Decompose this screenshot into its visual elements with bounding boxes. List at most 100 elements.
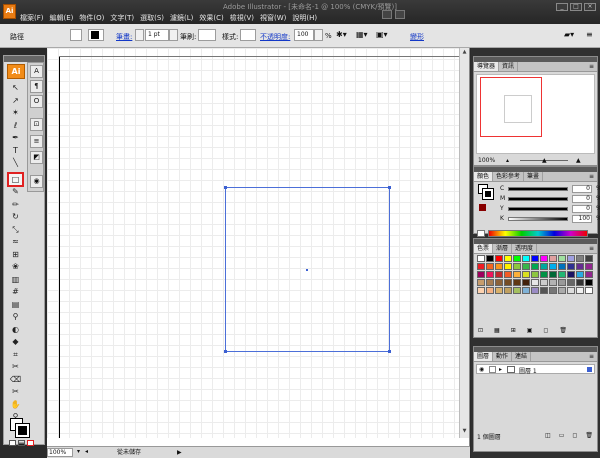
- color-swatch[interactable]: [576, 263, 584, 270]
- panel-menu-icon[interactable]: ≡: [589, 173, 594, 180]
- channel-value-field[interactable]: 0: [572, 185, 592, 193]
- delete-layer-icon[interactable]: 🗑: [585, 432, 593, 439]
- direct-selection-tool[interactable]: ↗: [9, 95, 22, 106]
- color-swatch[interactable]: [585, 271, 593, 278]
- color-swatch[interactable]: [504, 263, 512, 270]
- color-swatch[interactable]: [558, 279, 566, 286]
- color-swatch[interactable]: [477, 287, 485, 294]
- stroke-label-link[interactable]: 筆畫:: [116, 32, 132, 42]
- center-point[interactable]: [306, 269, 308, 271]
- layer-row[interactable]: ◉ ▸ 圖層 1: [476, 364, 595, 375]
- color-swatch[interactable]: [540, 263, 548, 270]
- color-swatch[interactable]: [513, 255, 521, 262]
- menu-item[interactable]: 說明(H): [292, 13, 317, 23]
- tab-navigator[interactable]: 導覽器: [474, 62, 500, 71]
- anchor-point[interactable]: [388, 350, 391, 353]
- stroke-weight-dropdown[interactable]: [169, 29, 178, 41]
- new-color-group-icon[interactable]: ▣: [527, 327, 533, 334]
- color-swatch[interactable]: [522, 263, 530, 270]
- workspace-icon[interactable]: [395, 10, 405, 19]
- color-swatch[interactable]: [477, 263, 485, 270]
- out-of-gamut-icon[interactable]: [479, 204, 486, 211]
- layer-target-icon[interactable]: [587, 367, 592, 372]
- none-mode-icon[interactable]: [27, 440, 34, 446]
- type-tool[interactable]: T: [9, 145, 22, 156]
- tab-color[interactable]: 顏色: [474, 172, 494, 181]
- menu-item[interactable]: 選取(S): [140, 13, 164, 23]
- color-swatch[interactable]: [549, 287, 557, 294]
- anchor-point[interactable]: [224, 350, 227, 353]
- color-swatch[interactable]: [540, 287, 548, 294]
- color-swatch[interactable]: [522, 287, 530, 294]
- color-swatch[interactable]: [495, 279, 503, 286]
- show-kinds-icon[interactable]: ▦: [494, 327, 500, 334]
- make-clip-icon[interactable]: ◫: [545, 432, 551, 439]
- panel-menu-icon[interactable]: ≡: [589, 245, 594, 252]
- color-swatch[interactable]: [486, 279, 494, 286]
- color-swatch[interactable]: [540, 279, 548, 286]
- brush-dropdown[interactable]: [198, 29, 216, 41]
- menu-item[interactable]: 視窗(W): [260, 13, 286, 23]
- color-swatch[interactable]: [504, 287, 512, 294]
- distribute-icon[interactable]: ▣▾: [376, 30, 388, 39]
- none-color-icon[interactable]: [477, 230, 485, 237]
- tab-links[interactable]: 連結: [512, 352, 532, 361]
- menu-item[interactable]: 編輯(E): [50, 13, 74, 23]
- color-swatch[interactable]: [504, 255, 512, 262]
- tab-stroke[interactable]: 筆畫: [524, 172, 544, 181]
- color-swatch[interactable]: [513, 271, 521, 278]
- visibility-eye-icon[interactable]: ◉: [479, 366, 484, 373]
- color-swatch[interactable]: [567, 279, 575, 286]
- tab-swatches[interactable]: 色票: [474, 244, 494, 253]
- graph-tool[interactable]: ▥: [9, 274, 22, 285]
- panel-menu-icon[interactable]: ≡: [589, 63, 594, 70]
- color-swatch[interactable]: [549, 271, 557, 278]
- menu-item[interactable]: 檔案(F): [20, 13, 44, 23]
- channel-value-field[interactable]: 0: [572, 205, 592, 213]
- tab-gradient[interactable]: 漸層: [493, 244, 513, 253]
- rotate-tool[interactable]: ↻: [9, 211, 22, 222]
- mesh-tool[interactable]: #: [9, 286, 22, 297]
- paintbrush-tool[interactable]: ✎: [9, 186, 22, 197]
- free-transform-tool[interactable]: ⊞: [9, 249, 22, 260]
- crop-tool[interactable]: ⌗: [9, 349, 22, 360]
- color-swatch[interactable]: [567, 255, 575, 262]
- character-panel-icon[interactable]: A: [30, 65, 43, 78]
- channel-slider[interactable]: [508, 187, 568, 191]
- channel-value-field[interactable]: 100: [572, 215, 592, 223]
- layer-name[interactable]: 圖層 1: [519, 366, 537, 375]
- zoom-in-icon[interactable]: ▲: [576, 157, 581, 164]
- opacity-field[interactable]: 100: [294, 29, 314, 41]
- paragraph-panel-icon[interactable]: ¶: [30, 80, 43, 93]
- pencil-tool[interactable]: ✏: [9, 199, 22, 210]
- blend-tool[interactable]: ◐: [9, 324, 22, 335]
- color-swatch[interactable]: [549, 255, 557, 262]
- color-swatch[interactable]: [558, 263, 566, 270]
- color-swatch[interactable]: [540, 255, 548, 262]
- color-stroke-swatch[interactable]: [482, 188, 494, 200]
- symbol-sprayer-tool[interactable]: ❀: [9, 261, 22, 272]
- color-swatch[interactable]: [486, 287, 494, 294]
- page-nav-icon[interactable]: ◂: [85, 448, 88, 455]
- color-swatch[interactable]: [504, 279, 512, 286]
- zoom-out-icon[interactable]: ▴: [506, 157, 509, 164]
- color-swatch[interactable]: [558, 255, 566, 262]
- line-tool[interactable]: ╲: [9, 157, 22, 168]
- anchor-point[interactable]: [224, 186, 227, 189]
- eraser-tool[interactable]: ⌫: [9, 374, 22, 385]
- anchor-point[interactable]: [388, 186, 391, 189]
- color-swatch[interactable]: [549, 279, 557, 286]
- minimize-button[interactable]: _: [556, 3, 568, 11]
- color-swatch[interactable]: [522, 271, 530, 278]
- slice-tool[interactable]: ✂: [9, 361, 22, 372]
- color-swatch[interactable]: [486, 271, 494, 278]
- color-swatch[interactable]: [477, 279, 485, 286]
- navigator-preview[interactable]: [476, 74, 595, 154]
- new-layer-icon[interactable]: ◻: [572, 432, 577, 439]
- channel-slider[interactable]: [508, 207, 568, 211]
- new-swatch-icon[interactable]: ◻: [543, 327, 548, 334]
- color-swatch[interactable]: [495, 263, 503, 270]
- stroke-weight-field[interactable]: 1 pt: [145, 29, 169, 41]
- transform-panel-icon[interactable]: ⊡: [30, 118, 43, 131]
- color-swatch[interactable]: [558, 271, 566, 278]
